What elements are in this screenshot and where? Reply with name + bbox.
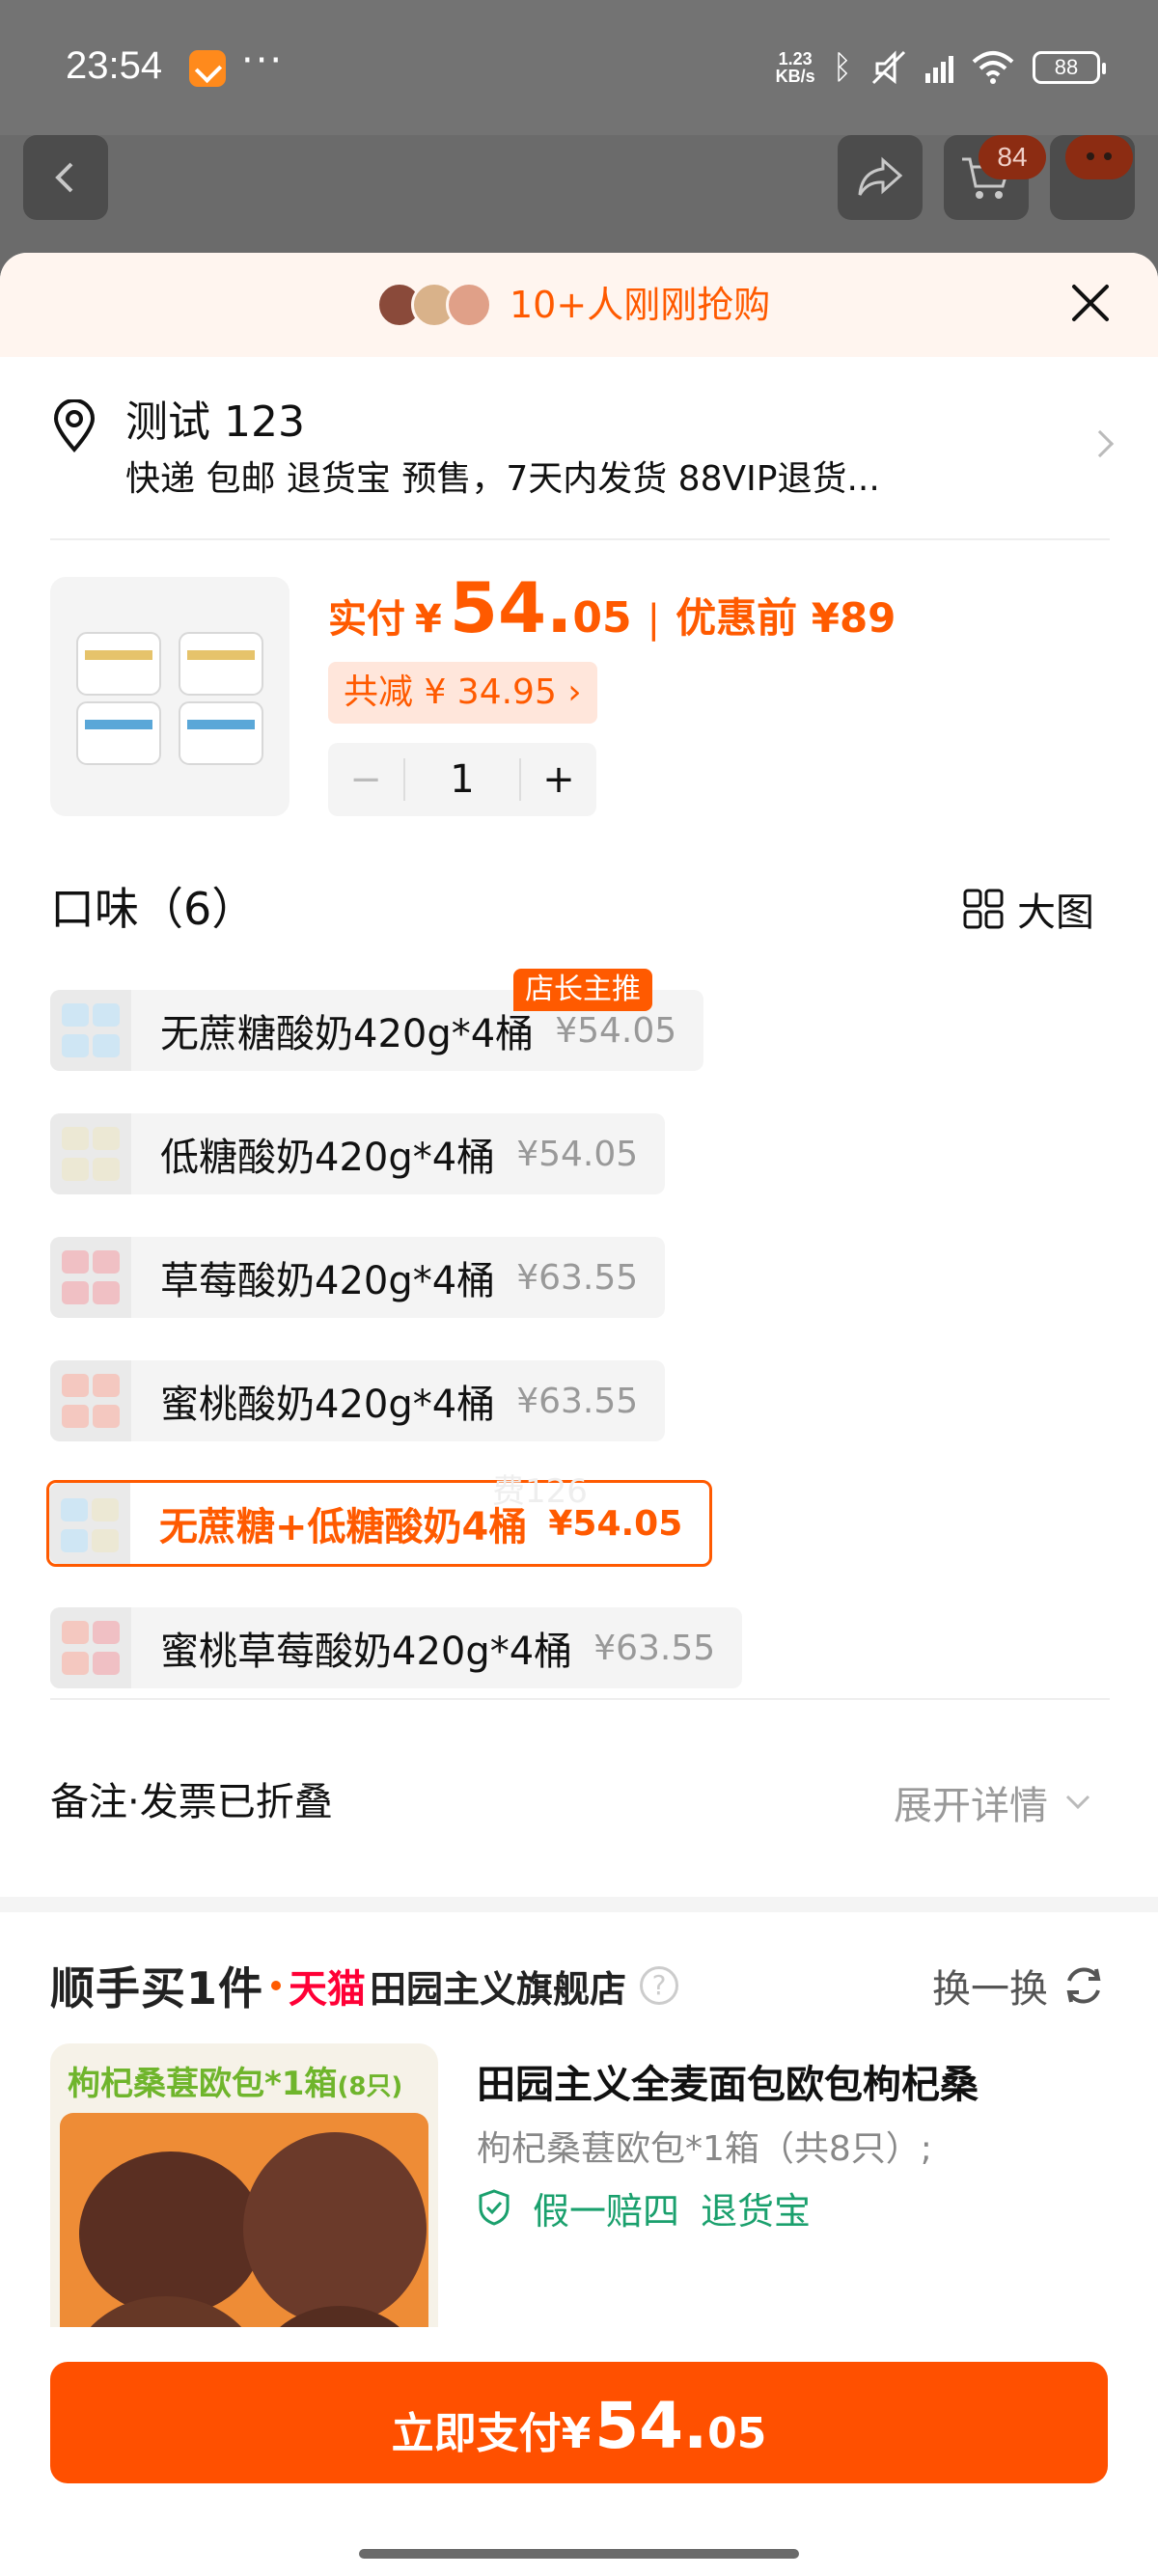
yogurt-tubs-image (76, 632, 263, 765)
divider (50, 1698, 1110, 1700)
mute-icon (871, 50, 906, 85)
chevron-left-icon (55, 162, 73, 193)
status-icons: 1.23 KB/s ᛒ 88 (775, 46, 1106, 89)
expand-details-button[interactable]: 展开详情 (894, 1775, 1092, 1829)
message-more-badge (1065, 135, 1133, 179)
pay-now-button[interactable]: 立即支付 ¥ 54. 05 (50, 2362, 1108, 2483)
watermark: 费126 (492, 1472, 588, 1511)
more-notifications-icon: ··· (241, 39, 285, 83)
divider (50, 538, 1110, 540)
flavor-thumbnail (50, 1607, 131, 1688)
quantity-value[interactable]: 1 (403, 758, 521, 801)
status-time: 23:54 (66, 44, 163, 87)
flavor-section-title: 口味（6） (50, 883, 257, 935)
upsell-title: 顺手买1件 (50, 1962, 264, 2014)
swap-button[interactable]: 换一换 (932, 1951, 1106, 2020)
upsell-product-spec: 枸杞桑葚欧包*1箱（共8只）; (477, 2129, 932, 2169)
product-thumbnail[interactable] (50, 577, 290, 816)
bottom-pay-bar: 立即支付 ¥ 54. 05 (0, 2327, 1158, 2576)
shop-recommend-badge: 店长主推 (513, 969, 652, 1011)
upsell-guarantees: 假一赔四 退货宝 (477, 2182, 811, 2233)
shield-check-icon (479, 2189, 510, 2226)
original-price: 优惠前 ¥89 (676, 594, 896, 642)
cart-count-badge: 84 (979, 135, 1046, 179)
recipient-name: 测试 123 (125, 397, 305, 447)
flavor-thumbnail (49, 1483, 130, 1564)
big-image-toggle[interactable]: 大图 (963, 880, 1094, 938)
refresh-icon (1066, 1967, 1101, 2004)
flavor-thumbnail (50, 990, 131, 1071)
buyer-avatars (376, 282, 496, 330)
app-notification-icon (189, 50, 226, 87)
upsell-header: 顺手买1件 天猫 田园主义旗舰店 ? (50, 1951, 679, 2020)
tmall-logo: 天猫 (289, 1967, 367, 2012)
flavor-thumbnail (50, 1113, 131, 1194)
upsell-product-name[interactable]: 田园主义全麦面包欧包枸杞桑 (477, 2053, 979, 2109)
location-pin-icon (53, 399, 96, 453)
home-indicator[interactable] (359, 2549, 799, 2559)
flavor-thumbnail (50, 1237, 131, 1318)
remark-invoice-label: 备注·发票已折叠 (50, 1780, 333, 1824)
bluetooth-icon: ᛒ (832, 48, 852, 86)
grid-icon (963, 889, 1004, 929)
product-nav-bar: 84 (0, 135, 1158, 251)
flavor-option-selected[interactable]: 无蔗糖+低糖酸奶4桶 ¥54.05 (46, 1480, 713, 1567)
shop-name[interactable]: 田园主义旗舰店 (370, 1959, 626, 2013)
quantity-increase-button[interactable]: + (521, 743, 596, 816)
close-icon[interactable] (1065, 278, 1114, 326)
signal-icon (925, 52, 953, 83)
quantity-decrease-button[interactable]: − (328, 743, 403, 816)
flavor-option[interactable]: 低糖酸奶420g*4桶 ¥54.05 (50, 1113, 666, 1194)
network-speed: 1.23 KB/s (775, 49, 815, 86)
recent-purchase-banner: 10+人刚刚抢购 (0, 253, 1158, 357)
purchase-sheet: 10+人刚刚抢购 测试 123 快递 包邮 退货宝 预售，7天内发货 88VIP… (0, 253, 1158, 2576)
help-icon[interactable]: ? (640, 1966, 679, 2005)
recent-purchase-text: 10+人刚刚抢购 (510, 284, 771, 326)
flavor-thumbnail (50, 1360, 131, 1441)
wifi-icon (972, 51, 1014, 84)
flavor-option[interactable]: 草莓酸奶420g*4桶 ¥63.55 (50, 1237, 666, 1318)
payable-price: 实付 ¥ 54. 05 | 优惠前 ¥89 (328, 567, 896, 648)
discount-detail-button[interactable]: 共减 ¥ 34.95 › (328, 662, 597, 724)
delivery-info: 快递 包邮 退货宝 预售，7天内发货 88VIP退货... (125, 459, 880, 499)
avatar (446, 282, 492, 328)
flavor-option[interactable]: 蜜桃酸奶420g*4桶 ¥63.55 (50, 1360, 666, 1441)
shipping-address[interactable]: 测试 123 快递 包邮 退货宝 预售，7天内发货 88VIP退货... (50, 396, 1115, 521)
back-button[interactable] (23, 135, 108, 220)
share-button[interactable] (838, 135, 923, 220)
flavor-option[interactable]: 蜜桃草莓酸奶420g*4桶 ¥63.55 (50, 1607, 743, 1688)
status-bar: 23:54 ··· 1.23 KB/s ᛒ 88 (0, 0, 1158, 135)
section-gap (0, 1897, 1158, 1912)
share-icon (858, 156, 903, 196)
chevron-right-icon (1086, 429, 1115, 458)
quantity-stepper: − 1 + (328, 743, 596, 816)
chevron-down-icon (1065, 1795, 1090, 1810)
battery-icon: 88 (1033, 51, 1106, 84)
